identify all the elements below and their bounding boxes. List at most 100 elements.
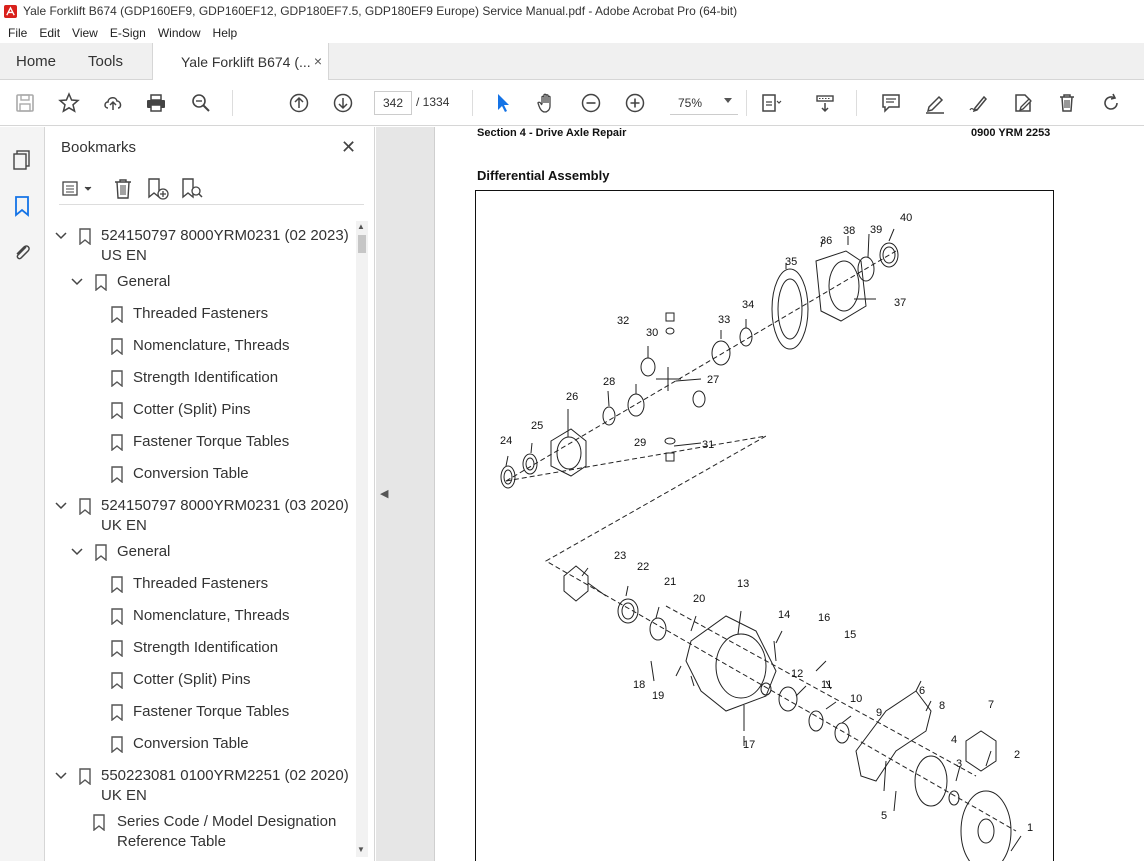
zoom-out-icon[interactable] [578,90,604,116]
callout-number: 18 [633,679,645,691]
edit-text-icon[interactable] [1010,90,1036,116]
bookmark-item[interactable]: Fastener Torque Tables [109,432,353,454]
chevron-down-icon[interactable] [55,230,67,242]
callout-number: 20 [693,593,705,605]
bookmark-label: 524150797 8000YRM0231 (03 2020) UK EN [101,497,349,534]
bookmark-label: Threaded Fasteners [133,305,269,322]
next-page-icon[interactable] [330,90,356,116]
page-thumbnails-icon[interactable] [11,149,33,171]
scroll-down-icon[interactable]: ▼ [357,845,365,854]
bookmark-icon [79,768,91,785]
tab-bar: Home Tools Yale Forklift B674 (... × [0,43,1144,81]
callout-number: 2 [1014,749,1020,761]
options-menu-icon[interactable] [61,177,95,201]
bookmark-item[interactable]: 524150797 8000YRM0231 (03 2020) UK EN [53,496,353,536]
bookmark-item[interactable]: Nomenclature, Threads [109,336,353,358]
page-total: / 1334 [416,95,450,109]
page-number-input[interactable]: 342 [374,91,412,115]
callout-number: 11 [821,679,832,691]
callout-number: 5 [881,810,887,822]
tab-home[interactable]: Home [16,43,56,80]
rotate-icon[interactable] [1098,90,1124,116]
callout-number: 40 [900,212,912,224]
bookmark-icon [111,434,123,451]
callout-number: 14 [778,609,790,621]
bookmark-item[interactable]: Cotter (Split) Pins [109,670,353,692]
zoom-level-select[interactable]: 75% [670,91,738,115]
chevron-down-icon[interactable] [55,500,67,512]
comment-icon[interactable] [878,90,904,116]
highlight-pen-icon[interactable] [922,90,948,116]
bookmark-label: Strength Identification [133,369,279,386]
bookmark-item[interactable]: Threaded Fasteners [109,574,353,596]
menu-esign[interactable]: E-Sign [104,26,152,40]
callout-number: 39 [870,224,882,236]
hand-tool-icon[interactable] [534,90,560,116]
close-icon[interactable]: ✕ [341,137,356,158]
delete-bookmark-icon[interactable] [111,177,135,201]
figure-title: Differential Assembly [477,168,610,183]
bookmark-item[interactable]: Fastener Torque Tables [109,702,353,724]
bookmark-label: Threaded Fasteners [133,575,269,592]
bookmarks-scrollbar[interactable] [356,221,368,857]
bookmark-item[interactable]: Conversion Table [109,464,353,486]
find-bookmark-icon[interactable] [179,177,203,201]
scrollbar-thumb[interactable] [358,235,366,253]
bookmark-item[interactable]: General [69,272,353,294]
save-icon[interactable] [12,90,38,116]
attachment-icon[interactable] [11,241,33,263]
menu-view[interactable]: View [66,26,104,40]
callout-number: 21 [664,576,676,588]
callout-number: 29 [634,437,646,449]
zoom-search-icon[interactable] [188,90,214,116]
scroll-up-icon[interactable]: ▲ [357,222,365,231]
main-toolbar: 342 / 1334 75% [0,80,1144,126]
bookmark-item[interactable]: Cotter (Split) Pins [109,400,353,422]
menu-help[interactable]: Help [207,26,244,40]
select-cursor-icon[interactable] [490,90,516,116]
callout-number: 34 [742,299,754,311]
callout-number: 17 [743,739,755,751]
toolbar-separator [856,90,857,116]
draw-pen-icon[interactable] [966,90,992,116]
tab-document[interactable]: Yale Forklift B674 (... × [152,43,329,81]
page-fit-icon[interactable] [758,90,784,116]
bookmark-item[interactable]: Conversion Table [109,734,353,756]
close-tab-icon[interactable]: × [314,53,322,69]
bookmark-item[interactable]: Nomenclature, Threads [109,606,353,628]
callout-number: 24 [500,435,512,447]
upload-cloud-icon[interactable] [100,90,126,116]
acrobat-window: { "window": { "title": "Yale Forklift B6… [0,0,1144,861]
bookmark-item[interactable]: Series Code / Model Designation Referenc… [93,812,353,852]
bookmark-item[interactable]: 550223081 0100YRM2251 (02 2020) UK EN [53,766,353,806]
chevron-down-icon[interactable] [55,770,67,782]
bookmark-item[interactable]: Strength Identification [109,368,353,390]
callout-number: 28 [603,376,615,388]
menu-file[interactable]: File [2,26,33,40]
scroll-mode-icon[interactable] [812,90,838,116]
bookmark-panel-icon[interactable] [11,195,33,217]
exploded-view-drawing: 1234567891011121314151617181920212223242… [500,212,1033,861]
bookmark-icon [95,274,107,291]
star-icon[interactable] [56,90,82,116]
callout-number: 30 [646,327,658,339]
previous-page-icon[interactable] [286,90,312,116]
menu-window[interactable]: Window [152,26,207,40]
bookmark-item[interactable]: General [69,542,353,564]
chevron-down-icon[interactable] [71,276,83,288]
new-bookmark-icon[interactable] [145,177,169,201]
bookmark-icon [79,228,91,245]
menu-edit[interactable]: Edit [33,26,66,40]
bookmark-item[interactable]: Strength Identification [109,638,353,660]
bookmark-label: General [117,273,171,290]
delete-icon[interactable] [1054,90,1080,116]
tab-tools[interactable]: Tools [88,43,123,80]
collapse-panel-icon[interactable]: ◀ [380,487,388,500]
bookmark-label: 524150797 8000YRM0231 (02 2023) US EN [101,227,349,264]
chevron-down-icon[interactable] [71,546,83,558]
bookmark-label: 550223081 0100YRM2251 (02 2020) UK EN [101,767,349,804]
print-icon[interactable] [143,90,169,116]
bookmark-item[interactable]: Threaded Fasteners [109,304,353,326]
bookmark-item[interactable]: 524150797 8000YRM0231 (02 2023) US EN [53,226,353,266]
zoom-in-icon[interactable] [622,90,648,116]
